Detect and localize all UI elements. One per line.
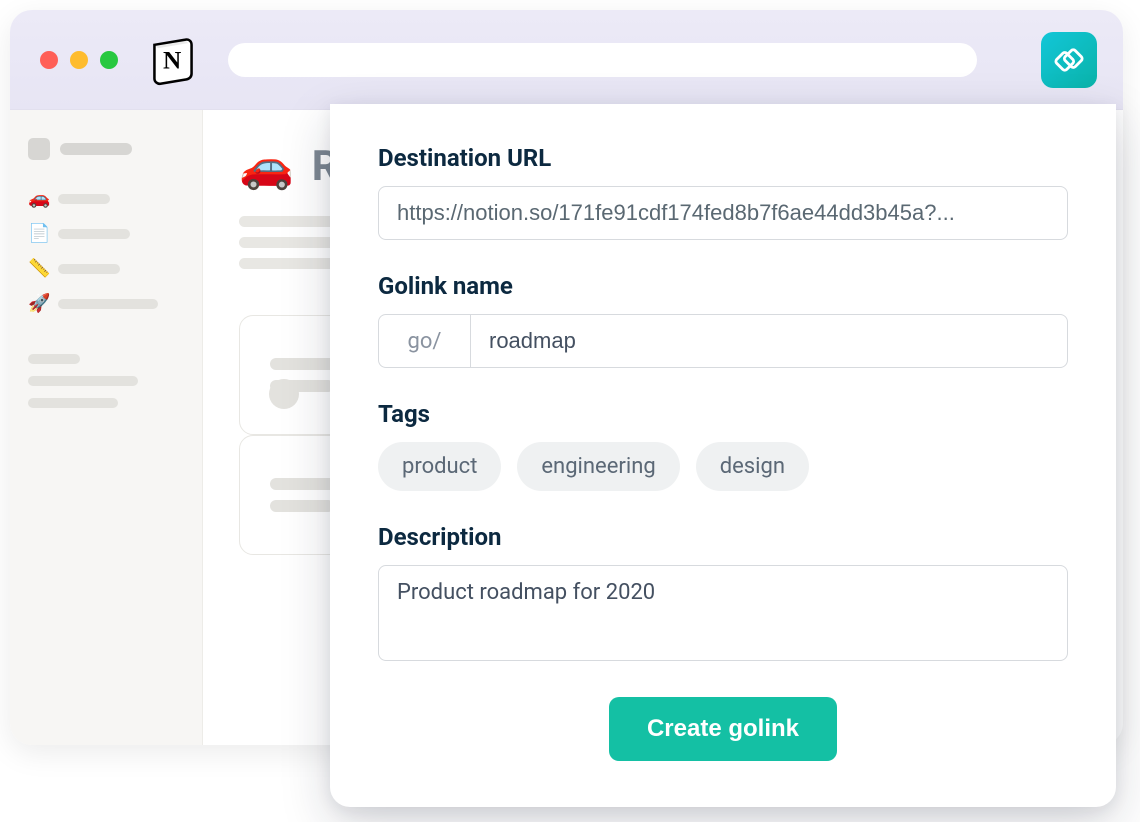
destination-url-input[interactable] (378, 186, 1068, 240)
rocket-icon: 🚀 (28, 293, 48, 314)
destination-url-label: Destination URL (378, 144, 1068, 172)
sidebar-item[interactable]: 📄 (28, 223, 184, 244)
workspace-icon[interactable] (28, 138, 50, 160)
sidebar-item[interactable]: 🚀 (28, 293, 184, 314)
tag-chip[interactable]: engineering (517, 442, 679, 491)
ruler-icon: 📏 (28, 258, 48, 279)
golink-prefix: go/ (378, 314, 470, 368)
page-emoji: 🚗 (239, 140, 294, 192)
car-icon: 🚗 (28, 188, 48, 209)
tags-label: Tags (378, 400, 1068, 428)
golink-name-label: Golink name (378, 272, 1068, 300)
sidebar-item[interactable]: 📏 (28, 258, 184, 279)
tag-chip[interactable]: product (378, 442, 501, 491)
close-window-button[interactable] (40, 51, 58, 69)
golink-name-input[interactable] (470, 314, 1068, 368)
create-golink-button[interactable]: Create golink (609, 697, 837, 761)
maximize-window-button[interactable] (100, 51, 118, 69)
workspace-name-placeholder (60, 143, 132, 155)
create-golink-panel: Destination URL Golink name go/ Tags pro… (330, 104, 1116, 807)
sidebar-item[interactable]: 🚗 (28, 188, 184, 209)
description-textarea[interactable]: Product roadmap for 2020 (378, 565, 1068, 661)
tag-chip[interactable]: design (696, 442, 809, 491)
address-bar[interactable] (228, 43, 977, 77)
titlebar: N (10, 10, 1123, 110)
svg-text:N: N (163, 46, 181, 74)
description-label: Description (378, 523, 1068, 551)
golinks-extension-icon[interactable] (1041, 32, 1097, 88)
sidebar: 🚗 📄 📏 🚀 (10, 110, 203, 745)
notion-logo-icon: N (146, 33, 200, 87)
page-icon: 📄 (28, 223, 48, 244)
window-controls (40, 51, 118, 69)
minimize-window-button[interactable] (70, 51, 88, 69)
